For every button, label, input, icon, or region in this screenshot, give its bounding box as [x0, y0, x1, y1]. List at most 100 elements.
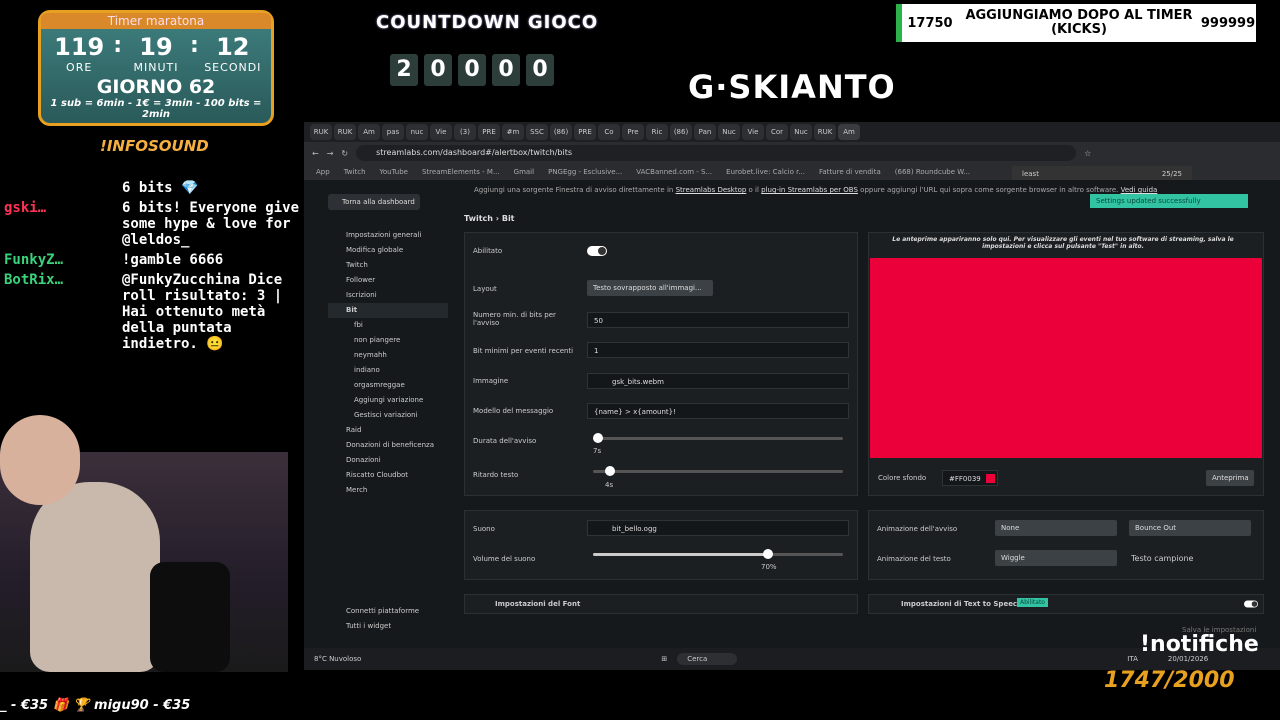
hint-link-desktop[interactable]: Streamlabs Desktop [676, 186, 747, 194]
font-settings-label: Impostazioni del Font [495, 600, 581, 608]
sidebar-item[interactable]: Follower [328, 273, 448, 288]
sidebar-item[interactable]: Iscrizioni [328, 288, 448, 303]
bookmark-item[interactable]: Gmail [514, 164, 534, 180]
duration-slider[interactable] [593, 433, 843, 443]
sound-field[interactable]: bit_bello.ogg [587, 520, 849, 536]
browser-tab[interactable]: Co [598, 124, 620, 140]
weather-widget[interactable]: 8°C Nuvoloso [314, 655, 361, 663]
volume-slider[interactable] [593, 549, 843, 559]
chat-user: FunkyZ… [4, 252, 64, 268]
notifiche-label: !notifiche [1140, 632, 1259, 657]
delay-value: 4s [605, 481, 614, 489]
browser-tab[interactable]: PRE [478, 124, 500, 140]
bookmark-item[interactable]: App [316, 164, 330, 180]
min-bits-input[interactable]: 50 [587, 312, 849, 328]
enabled-toggle[interactable] [587, 246, 607, 256]
preview-button[interactable]: Anteprima [1206, 470, 1254, 486]
browser-tab[interactable]: RUK [334, 124, 356, 140]
min-recent-input[interactable]: 1 [587, 342, 849, 358]
browser-tab[interactable]: Pan [694, 124, 716, 140]
animation-out-select[interactable]: Bounce Out [1129, 520, 1251, 536]
windows-start-icon[interactable]: ⊞ [661, 655, 667, 663]
countdown-digit: 0 [526, 54, 554, 86]
sidebar-item[interactable]: Raid [328, 423, 448, 438]
browser-tab[interactable]: Ric [646, 124, 668, 140]
browser-tab[interactable]: #m [502, 124, 524, 140]
animation-in-select[interactable]: None [995, 520, 1117, 536]
timer-seconds-label: SECONDI [204, 61, 262, 74]
sidebar-item[interactable]: Donazioni di beneficenza [328, 438, 448, 453]
all-widgets-link[interactable]: Tutti i widget [328, 619, 419, 634]
bookmark-item[interactable]: StreamElements - M... [422, 164, 500, 180]
bookmark-item[interactable]: Fatture di vendita [819, 164, 881, 180]
sidebar-item[interactable]: Bit [328, 303, 448, 318]
bookmark-item[interactable]: Eurobet.live: Calcio r... [726, 164, 805, 180]
forward-arrow-icon[interactable]: → [327, 149, 334, 158]
bookmark-item[interactable]: Twitch [344, 164, 366, 180]
hint-link-guide[interactable]: Vedi guida [1121, 186, 1158, 194]
bookmark-item[interactable]: PNGEgg - Esclusive... [548, 164, 622, 180]
chat-message: FunkyZ… !gamble 6666 [0, 252, 300, 268]
browser-tab[interactable]: RUK [814, 124, 836, 140]
sidebar-item[interactable]: Twitch [328, 258, 448, 273]
sidebar-item[interactable]: neymahh [328, 348, 448, 363]
layout-select[interactable]: Testo sovrapposto all'immagi... [587, 280, 713, 296]
sidebar-item[interactable]: non piangere [328, 333, 448, 348]
browser-tab[interactable]: nuc [406, 124, 428, 140]
connect-platforms-link[interactable]: Connetti piattaforme [328, 604, 419, 619]
sidebar-item[interactable]: Merch [328, 483, 448, 498]
sidebar-item[interactable]: Gestisci variazioni [328, 408, 448, 423]
bookmark-item[interactable]: (668) Roundcube W... [895, 164, 970, 180]
text-animation-select[interactable]: Wiggle [995, 550, 1117, 566]
timer-separator: : [113, 33, 122, 58]
url-field[interactable]: streamlabs.com/dashboard#/alertbox/twitc… [356, 145, 1077, 161]
browser-tab[interactable]: RUK [310, 124, 332, 140]
browser-tab[interactable]: Nuc [718, 124, 740, 140]
sidebar-item[interactable]: Donazioni [328, 453, 448, 468]
taskbar-search[interactable]: Cerca [677, 653, 738, 665]
back-arrow-icon[interactable]: ← [312, 149, 319, 158]
sidebar-item[interactable]: indiano [328, 363, 448, 378]
sidebar-item[interactable]: Riscatto Cloudbot [328, 468, 448, 483]
tts-panel[interactable]: Impostazioni di Text to Speech Abilitato [868, 594, 1264, 614]
image-field[interactable]: gsk_bits.webm [587, 373, 849, 389]
browser-tab[interactable]: Nuc [790, 124, 812, 140]
back-to-dashboard-button[interactable]: Torna alla dashboard [328, 194, 420, 210]
browser-tab[interactable]: Vie [430, 124, 452, 140]
browser-tab[interactable]: Cor [766, 124, 788, 140]
bookmark-item[interactable]: VACBanned.com - S... [636, 164, 712, 180]
sidebar-item[interactable]: fbi [328, 318, 448, 333]
browser-tab[interactable]: Am [838, 124, 860, 140]
tts-toggle[interactable] [1244, 600, 1258, 608]
sidebar-item[interactable]: Modifica globale [328, 243, 448, 258]
browser-tab[interactable]: Vie [742, 124, 764, 140]
bookmark-item[interactable]: YouTube [380, 164, 408, 180]
microphone-figure [150, 562, 230, 672]
preview-note: Le anteprime appariranno solo qui. Per v… [892, 236, 1234, 250]
reload-icon[interactable]: ↻ [341, 149, 348, 158]
image-label: Immagine [473, 377, 509, 385]
browser-tab[interactable]: (86) [550, 124, 572, 140]
star-icon[interactable]: ☆ [1084, 149, 1091, 158]
timer-minutes: 19 [139, 33, 173, 61]
hint-link-obs[interactable]: plug-in Streamlabs per OBS [761, 186, 858, 194]
language-indicator[interactable]: ITA [1127, 655, 1138, 663]
sidebar-item[interactable]: orgasmreggae [328, 378, 448, 393]
countdown-title: COUNTDOWN GIOCO [376, 12, 599, 33]
browser-tab[interactable]: SSC [526, 124, 548, 140]
tts-badge: Abilitato [1017, 598, 1048, 607]
browser-tab[interactable]: PRE [574, 124, 596, 140]
sidebar-item[interactable]: Impostazioni generali [328, 228, 448, 243]
sidebar-item[interactable]: Aggiungi variazione [328, 393, 448, 408]
browser-tab[interactable]: (3) [454, 124, 476, 140]
chat-message: BotRix… @FunkyZucchina Dice roll risultat… [0, 272, 300, 352]
template-input[interactable]: {name} > x{amount}! [587, 403, 849, 419]
goal-target: 999999 [1200, 15, 1256, 31]
font-settings-panel[interactable]: Impostazioni del Font [464, 594, 858, 614]
browser-tab[interactable]: (86) [670, 124, 692, 140]
browser-tab[interactable]: Pre [622, 124, 644, 140]
bg-color-swatch[interactable] [986, 474, 995, 483]
delay-slider[interactable] [593, 466, 843, 476]
browser-tab[interactable]: Am [358, 124, 380, 140]
browser-tab[interactable]: pas [382, 124, 404, 140]
